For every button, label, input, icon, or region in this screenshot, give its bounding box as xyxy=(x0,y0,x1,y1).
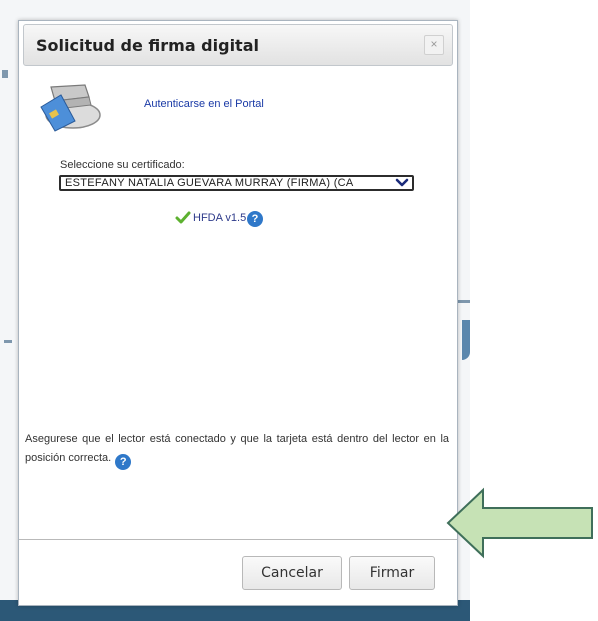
close-icon: × xyxy=(430,37,438,51)
help-icon[interactable]: ? xyxy=(247,211,263,227)
instruction-message: Asegurese que el lector está conectado y… xyxy=(25,433,449,464)
background-edge-mark xyxy=(456,300,470,303)
check-icon xyxy=(175,211,191,224)
help-icon[interactable]: ? xyxy=(115,454,132,470)
cancel-button[interactable]: Cancelar xyxy=(242,556,342,590)
background-edge-mark xyxy=(462,320,470,360)
dialog-title: Solicitud de firma digital xyxy=(36,36,259,55)
card-reader-icon xyxy=(40,84,101,132)
chevron-down-icon xyxy=(395,178,409,187)
footer-divider xyxy=(19,539,457,540)
certificate-selected-value: ESTEFANY NATALIA GUEVARA MURRAY (FIRMA) … xyxy=(65,177,354,189)
sign-button[interactable]: Firmar xyxy=(349,556,435,590)
hfda-version-label: HFDA v1.5 xyxy=(193,212,247,224)
authenticate-portal-link[interactable]: Autenticarse en el Portal xyxy=(144,98,264,110)
close-button[interactable]: × xyxy=(424,35,444,55)
background-edge-mark xyxy=(2,70,8,78)
signature-dialog: Solicitud de firma digital × Autenticars… xyxy=(18,20,458,606)
certificate-label: Seleccione su certificado: xyxy=(60,159,185,171)
dialog-titlebar: Solicitud de firma digital × xyxy=(23,24,453,66)
instruction-text: Asegurese que el lector está conectado y… xyxy=(25,430,449,470)
certificate-select[interactable]: ESTEFANY NATALIA GUEVARA MURRAY (FIRMA) … xyxy=(59,175,414,191)
left-arrow-annotation xyxy=(446,487,593,559)
background-edge-mark xyxy=(4,340,12,343)
